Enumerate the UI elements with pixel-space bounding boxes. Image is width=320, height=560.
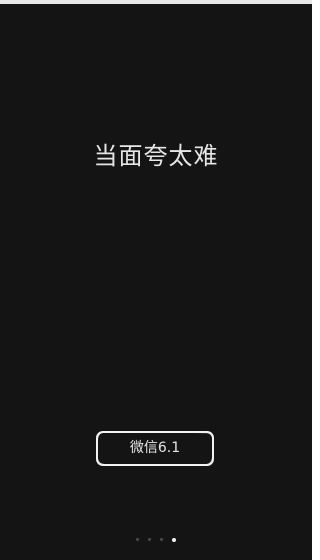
page-dot-3 (160, 538, 163, 541)
splash-headline: 当面夸太难 (93, 142, 219, 170)
page-dot-2 (148, 538, 151, 541)
app-screen: 当面夸太难 微信6.1 (0, 0, 312, 560)
page-dot-4-active (172, 537, 176, 542)
page-dot-1 (136, 538, 139, 541)
page-indicator (0, 537, 312, 544)
version-button[interactable]: 微信6.1 (96, 431, 214, 466)
splash-page[interactable]: 当面夸太难 (0, 4, 312, 560)
